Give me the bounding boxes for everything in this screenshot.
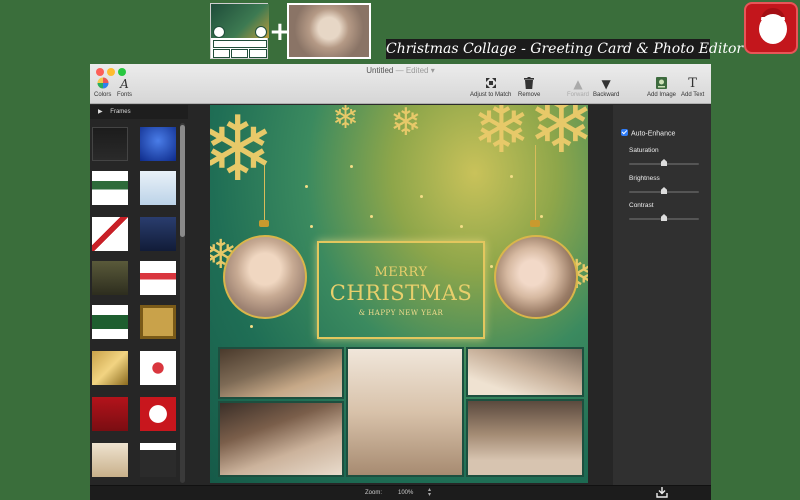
photo-cell[interactable]	[466, 347, 584, 397]
santa-app-icon	[744, 2, 798, 54]
document-name: Untitled	[366, 66, 394, 75]
frame-thumbnail[interactable]	[92, 127, 128, 161]
frames-sidebar: ▶ Frames	[90, 105, 188, 485]
fonts-label: Fonts	[117, 92, 133, 98]
photo-cell[interactable]	[218, 347, 344, 399]
text-icon: T	[688, 76, 697, 91]
font-icon: A	[120, 77, 129, 91]
snowflake-icon: ❄	[390, 105, 422, 144]
frame-thumbnail[interactable]	[140, 171, 176, 205]
snowflake-icon: ❄	[472, 105, 531, 169]
frame-thumbnail[interactable]	[92, 171, 128, 205]
titlebar: Untitled — Edited ▾ Colors A Fonts Adjus…	[90, 64, 711, 104]
color-wheel-icon	[94, 77, 111, 91]
photo-cell[interactable]	[466, 399, 584, 477]
bottom-status-bar: Zoom: 100% ▴ ▾	[90, 485, 711, 500]
edited-status[interactable]: — Edited ▾	[396, 66, 435, 75]
greeting-line-merry: MERRY	[374, 265, 428, 280]
auto-enhance-label: Auto-Enhance	[631, 130, 676, 138]
saturation-slider[interactable]	[629, 159, 699, 166]
snowflake-icon: ❄	[210, 105, 276, 202]
forward-label: Forward	[567, 92, 590, 98]
brightness-label: Brightness	[629, 175, 660, 182]
download-icon[interactable]	[655, 487, 669, 499]
contrast-label: Contrast	[629, 202, 654, 209]
frame-thumbnail[interactable]	[140, 305, 176, 339]
colors-button[interactable]: Colors	[94, 77, 111, 98]
frame-thumbnail[interactable]	[92, 261, 128, 295]
adjustments-panel: Auto-Enhance Saturation Brightness Contr…	[613, 105, 711, 485]
frame-thumbnail[interactable]	[92, 397, 128, 431]
window-title: Untitled — Edited ▾	[90, 66, 711, 75]
ornament-photo-left[interactable]	[223, 235, 307, 319]
remove-button[interactable]: Remove	[518, 77, 540, 98]
adjust-to-match-label: Adjust to Match	[470, 92, 512, 98]
greeting-text-box[interactable]: MERRY CHRISTMAS & HAPPY NEW YEAR	[317, 241, 485, 339]
fonts-button[interactable]: A Fonts	[117, 77, 132, 98]
frame-thumbnail[interactable]	[140, 127, 176, 161]
add-image-icon	[647, 77, 676, 91]
arrow-up-icon: ▲	[573, 77, 583, 91]
brightness-slider[interactable]	[629, 187, 699, 194]
contrast-slider[interactable]	[629, 214, 699, 221]
promo-baby-photo	[287, 3, 371, 59]
greeting-line-newyear: & HAPPY NEW YEAR	[358, 309, 444, 317]
frame-thumbnail[interactable]	[140, 443, 176, 477]
checkbox-checked-icon[interactable]	[621, 129, 628, 136]
frame-thumbnail[interactable]	[140, 261, 176, 295]
frame-thumbnail[interactable]	[92, 305, 128, 339]
frames-scrollbar[interactable]	[180, 123, 185, 483]
zoom-label: Zoom:	[365, 490, 383, 496]
saturation-slider-knob[interactable]	[661, 159, 667, 166]
frame-thumbnail[interactable]	[92, 217, 128, 251]
add-image-label: Add Image	[647, 92, 677, 98]
frame-thumbnail[interactable]	[140, 217, 176, 251]
backward-label: Backward	[593, 92, 620, 98]
greeting-line-christmas: CHRISTMAS	[329, 281, 473, 305]
zoom-stepper[interactable]: ▴ ▾	[428, 487, 431, 498]
promo-title: Christmas Collage - Greeting Card & Phot…	[386, 39, 744, 59]
frame-thumbnail[interactable]	[140, 397, 176, 431]
photo-cell[interactable]	[346, 347, 464, 477]
frame-thumbnail[interactable]	[140, 351, 176, 385]
add-image-button[interactable]: Add Image	[647, 77, 676, 98]
remove-label: Remove	[518, 92, 541, 98]
add-text-button[interactable]: T Add Text	[681, 76, 705, 99]
trash-icon	[518, 77, 540, 91]
disclosure-triangle-icon: ▶	[98, 109, 103, 115]
frames-header-label: Frames	[110, 109, 131, 115]
frame-thumbnail[interactable]	[92, 351, 128, 385]
backward-button[interactable]: ▼ Backward	[593, 77, 619, 98]
scrollbar-knob[interactable]	[180, 125, 185, 237]
colors-label: Colors	[94, 92, 112, 98]
add-text-label: Add Text	[681, 92, 705, 98]
ornament-photo-right[interactable]	[494, 235, 578, 319]
arrow-down-icon: ▼	[601, 77, 611, 91]
promo-collage-thumbnail	[210, 3, 269, 59]
zoom-value[interactable]: 100%	[398, 490, 413, 496]
brightness-slider-knob[interactable]	[661, 187, 667, 194]
adjust-to-match-button[interactable]: Adjust to Match	[470, 77, 511, 98]
forward-button[interactable]: ▲ Forward	[567, 77, 589, 98]
snowflake-icon: ❄	[332, 105, 359, 136]
photo-cell[interactable]	[218, 401, 344, 477]
snowflake-icon: ❄	[528, 105, 588, 171]
greeting-card-canvas[interactable]: ❄ ❄ ❄ ❄ ❄ ❄ ❄ MERRY CHRISTMAS & HAPPY NE…	[210, 105, 588, 483]
contrast-slider-knob[interactable]	[661, 214, 667, 221]
frames-header[interactable]: ▶ Frames	[90, 105, 188, 119]
auto-enhance-checkbox[interactable]: Auto-Enhance	[621, 129, 676, 138]
adjust-to-match-icon	[470, 77, 511, 91]
saturation-label: Saturation	[629, 147, 659, 154]
frame-thumbnail[interactable]	[92, 443, 128, 477]
